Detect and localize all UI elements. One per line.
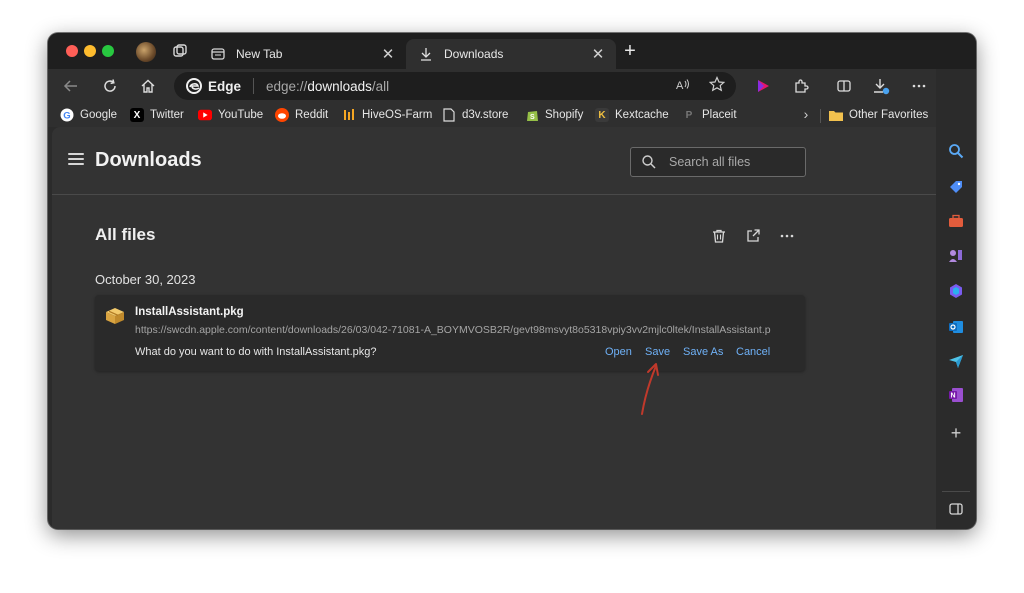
google-icon: G xyxy=(60,108,74,122)
download-item-card: InstallAssistant.pkg https://swcdn.apple… xyxy=(95,295,805,371)
add-sidebar-app-icon[interactable]: + xyxy=(946,423,966,443)
more-menu-icon[interactable] xyxy=(908,75,930,97)
microsoft-365-icon[interactable] xyxy=(946,281,966,301)
annotation-arrow xyxy=(641,363,659,415)
x-icon: X xyxy=(130,108,144,122)
kextcache-icon: K xyxy=(595,108,609,122)
outlook-icon[interactable] xyxy=(946,317,966,337)
toolbar: Edge edge://downloads/all A xyxy=(48,69,976,103)
search-icon[interactable] xyxy=(946,141,966,161)
reddit-icon xyxy=(275,108,289,122)
search-input[interactable]: Search all files xyxy=(630,147,806,177)
new-tab-button[interactable]: + xyxy=(620,41,640,62)
favorite-hiveos[interactable]: HiveOS-Farm xyxy=(342,106,432,124)
tab-downloads[interactable]: Downloads ✕ xyxy=(406,39,616,69)
cancel-button[interactable]: Cancel xyxy=(736,346,770,358)
download-prompt: What do you want to do with InstallAssis… xyxy=(135,346,377,358)
hide-sidebar-icon[interactable] xyxy=(946,499,966,519)
sidebar-divider xyxy=(942,491,970,492)
svg-text:A: A xyxy=(676,80,684,92)
search-placeholder: Search all files xyxy=(669,155,751,169)
favorite-other-favorites[interactable]: Other Favorites xyxy=(829,106,928,124)
svg-text:G: G xyxy=(63,111,70,122)
search-icon xyxy=(641,154,657,170)
page-title: Downloads xyxy=(95,149,202,171)
svg-text:S: S xyxy=(530,114,535,121)
page-icon xyxy=(442,108,456,122)
extensions-icon[interactable] xyxy=(790,75,812,97)
close-tab-icon[interactable]: ✕ xyxy=(378,44,398,64)
favorite-kextcache[interactable]: K Kextcache xyxy=(595,106,669,124)
downloads-header: Downloads Search all files xyxy=(52,127,936,195)
home-icon[interactable] xyxy=(137,75,159,97)
youtube-icon xyxy=(198,108,212,122)
newtab-icon xyxy=(210,46,226,62)
save-button[interactable]: Save xyxy=(645,346,670,358)
address-bar[interactable]: Edge edge://downloads/all xyxy=(174,72,736,100)
open-downloads-folder-icon[interactable] xyxy=(744,227,762,245)
svg-text:N: N xyxy=(951,393,956,400)
favorite-twitter[interactable]: X Twitter xyxy=(130,106,184,124)
file-url[interactable]: https://swcdn.apple.com/content/download… xyxy=(135,324,771,336)
favorites-divider xyxy=(820,109,821,123)
favorite-shopify[interactable]: S Shopify xyxy=(525,106,583,124)
onenote-icon[interactable]: N xyxy=(946,385,966,405)
favorite-star-icon[interactable] xyxy=(708,75,726,93)
browser-window: New Tab ✕ Downloads ✕ + Edge edge://down… xyxy=(48,33,976,529)
section-title: All files xyxy=(95,225,156,244)
downloads-page: Downloads Search all files All files Oct… xyxy=(52,127,936,529)
placeit-icon: P xyxy=(685,109,693,121)
file-name[interactable]: InstallAssistant.pkg xyxy=(135,306,244,318)
package-icon xyxy=(105,307,125,325)
tools-briefcase-icon[interactable] xyxy=(946,211,966,231)
hiveos-icon xyxy=(342,108,356,122)
split-screen-icon[interactable] xyxy=(833,75,855,97)
workspaces-icon[interactable] xyxy=(172,43,188,59)
read-aloud-icon[interactable]: A xyxy=(674,75,692,93)
tab-strip: New Tab ✕ Downloads ✕ + xyxy=(48,33,976,69)
favorite-reddit[interactable]: Reddit xyxy=(275,106,328,124)
favorite-youtube[interactable]: YouTube xyxy=(198,106,263,124)
extension-play-icon[interactable] xyxy=(752,75,774,97)
favorite-google[interactable]: G Google xyxy=(60,106,117,124)
refresh-icon[interactable] xyxy=(99,75,121,97)
open-button[interactable]: Open xyxy=(605,346,632,358)
address-divider xyxy=(253,78,255,94)
tab-new-tab[interactable]: New Tab ✕ xyxy=(198,39,406,69)
tab-title: New Tab xyxy=(236,47,283,61)
close-window-button[interactable] xyxy=(66,45,78,57)
folder-icon xyxy=(829,108,843,122)
zoom-window-button[interactable] xyxy=(102,45,114,57)
chevron-right-icon[interactable]: › xyxy=(798,106,814,124)
profile-avatar[interactable] xyxy=(136,42,156,62)
delete-all-trash-icon[interactable] xyxy=(710,227,728,245)
tab-title: Downloads xyxy=(444,47,504,61)
date-group-label: October 30, 2023 xyxy=(95,272,196,287)
favorite-d3v-store[interactable]: d3v.store xyxy=(442,106,508,124)
favorites-bar: G Google X Twitter YouTube Reddit HiveOS… xyxy=(48,103,936,127)
games-icon[interactable] xyxy=(946,245,966,265)
drop-send-icon[interactable] xyxy=(946,351,966,371)
favorite-placeit[interactable]: P Placeit xyxy=(682,106,737,124)
hamburger-menu-icon[interactable] xyxy=(68,153,84,165)
download-icon xyxy=(418,46,434,62)
edge-logo-icon xyxy=(186,78,202,94)
url-text[interactable]: edge://downloads/all xyxy=(266,79,389,94)
back-icon[interactable] xyxy=(60,75,82,97)
more-options-icon[interactable] xyxy=(778,227,796,245)
edge-sidebar: N + xyxy=(936,69,976,529)
minimize-window-button[interactable] xyxy=(84,45,96,57)
shopping-tag-icon[interactable] xyxy=(946,177,966,197)
save-as-button[interactable]: Save As xyxy=(683,346,723,358)
downloads-toolbar-icon[interactable] xyxy=(870,75,892,97)
shopify-icon: S xyxy=(525,108,539,122)
close-tab-icon[interactable]: ✕ xyxy=(588,44,608,64)
site-identity-chip[interactable]: Edge xyxy=(208,79,241,94)
